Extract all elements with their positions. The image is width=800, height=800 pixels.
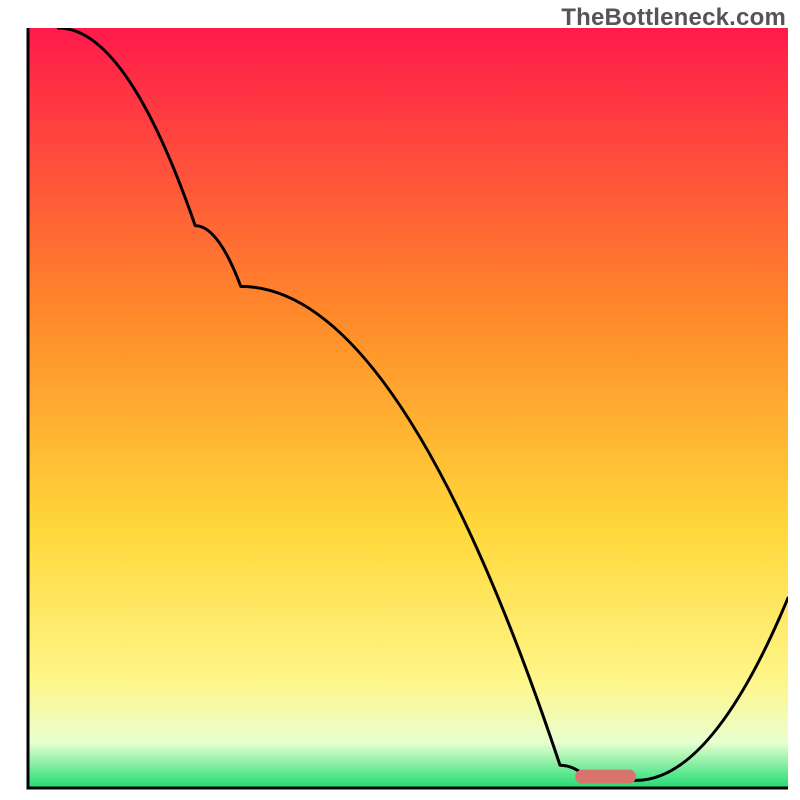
chart-svg — [0, 0, 800, 800]
gradient-background — [28, 28, 788, 788]
watermark-text: TheBottleneck.com — [561, 4, 786, 32]
bottleneck-chart: TheBottleneck.com — [0, 0, 800, 800]
optimal-marker — [575, 770, 636, 784]
